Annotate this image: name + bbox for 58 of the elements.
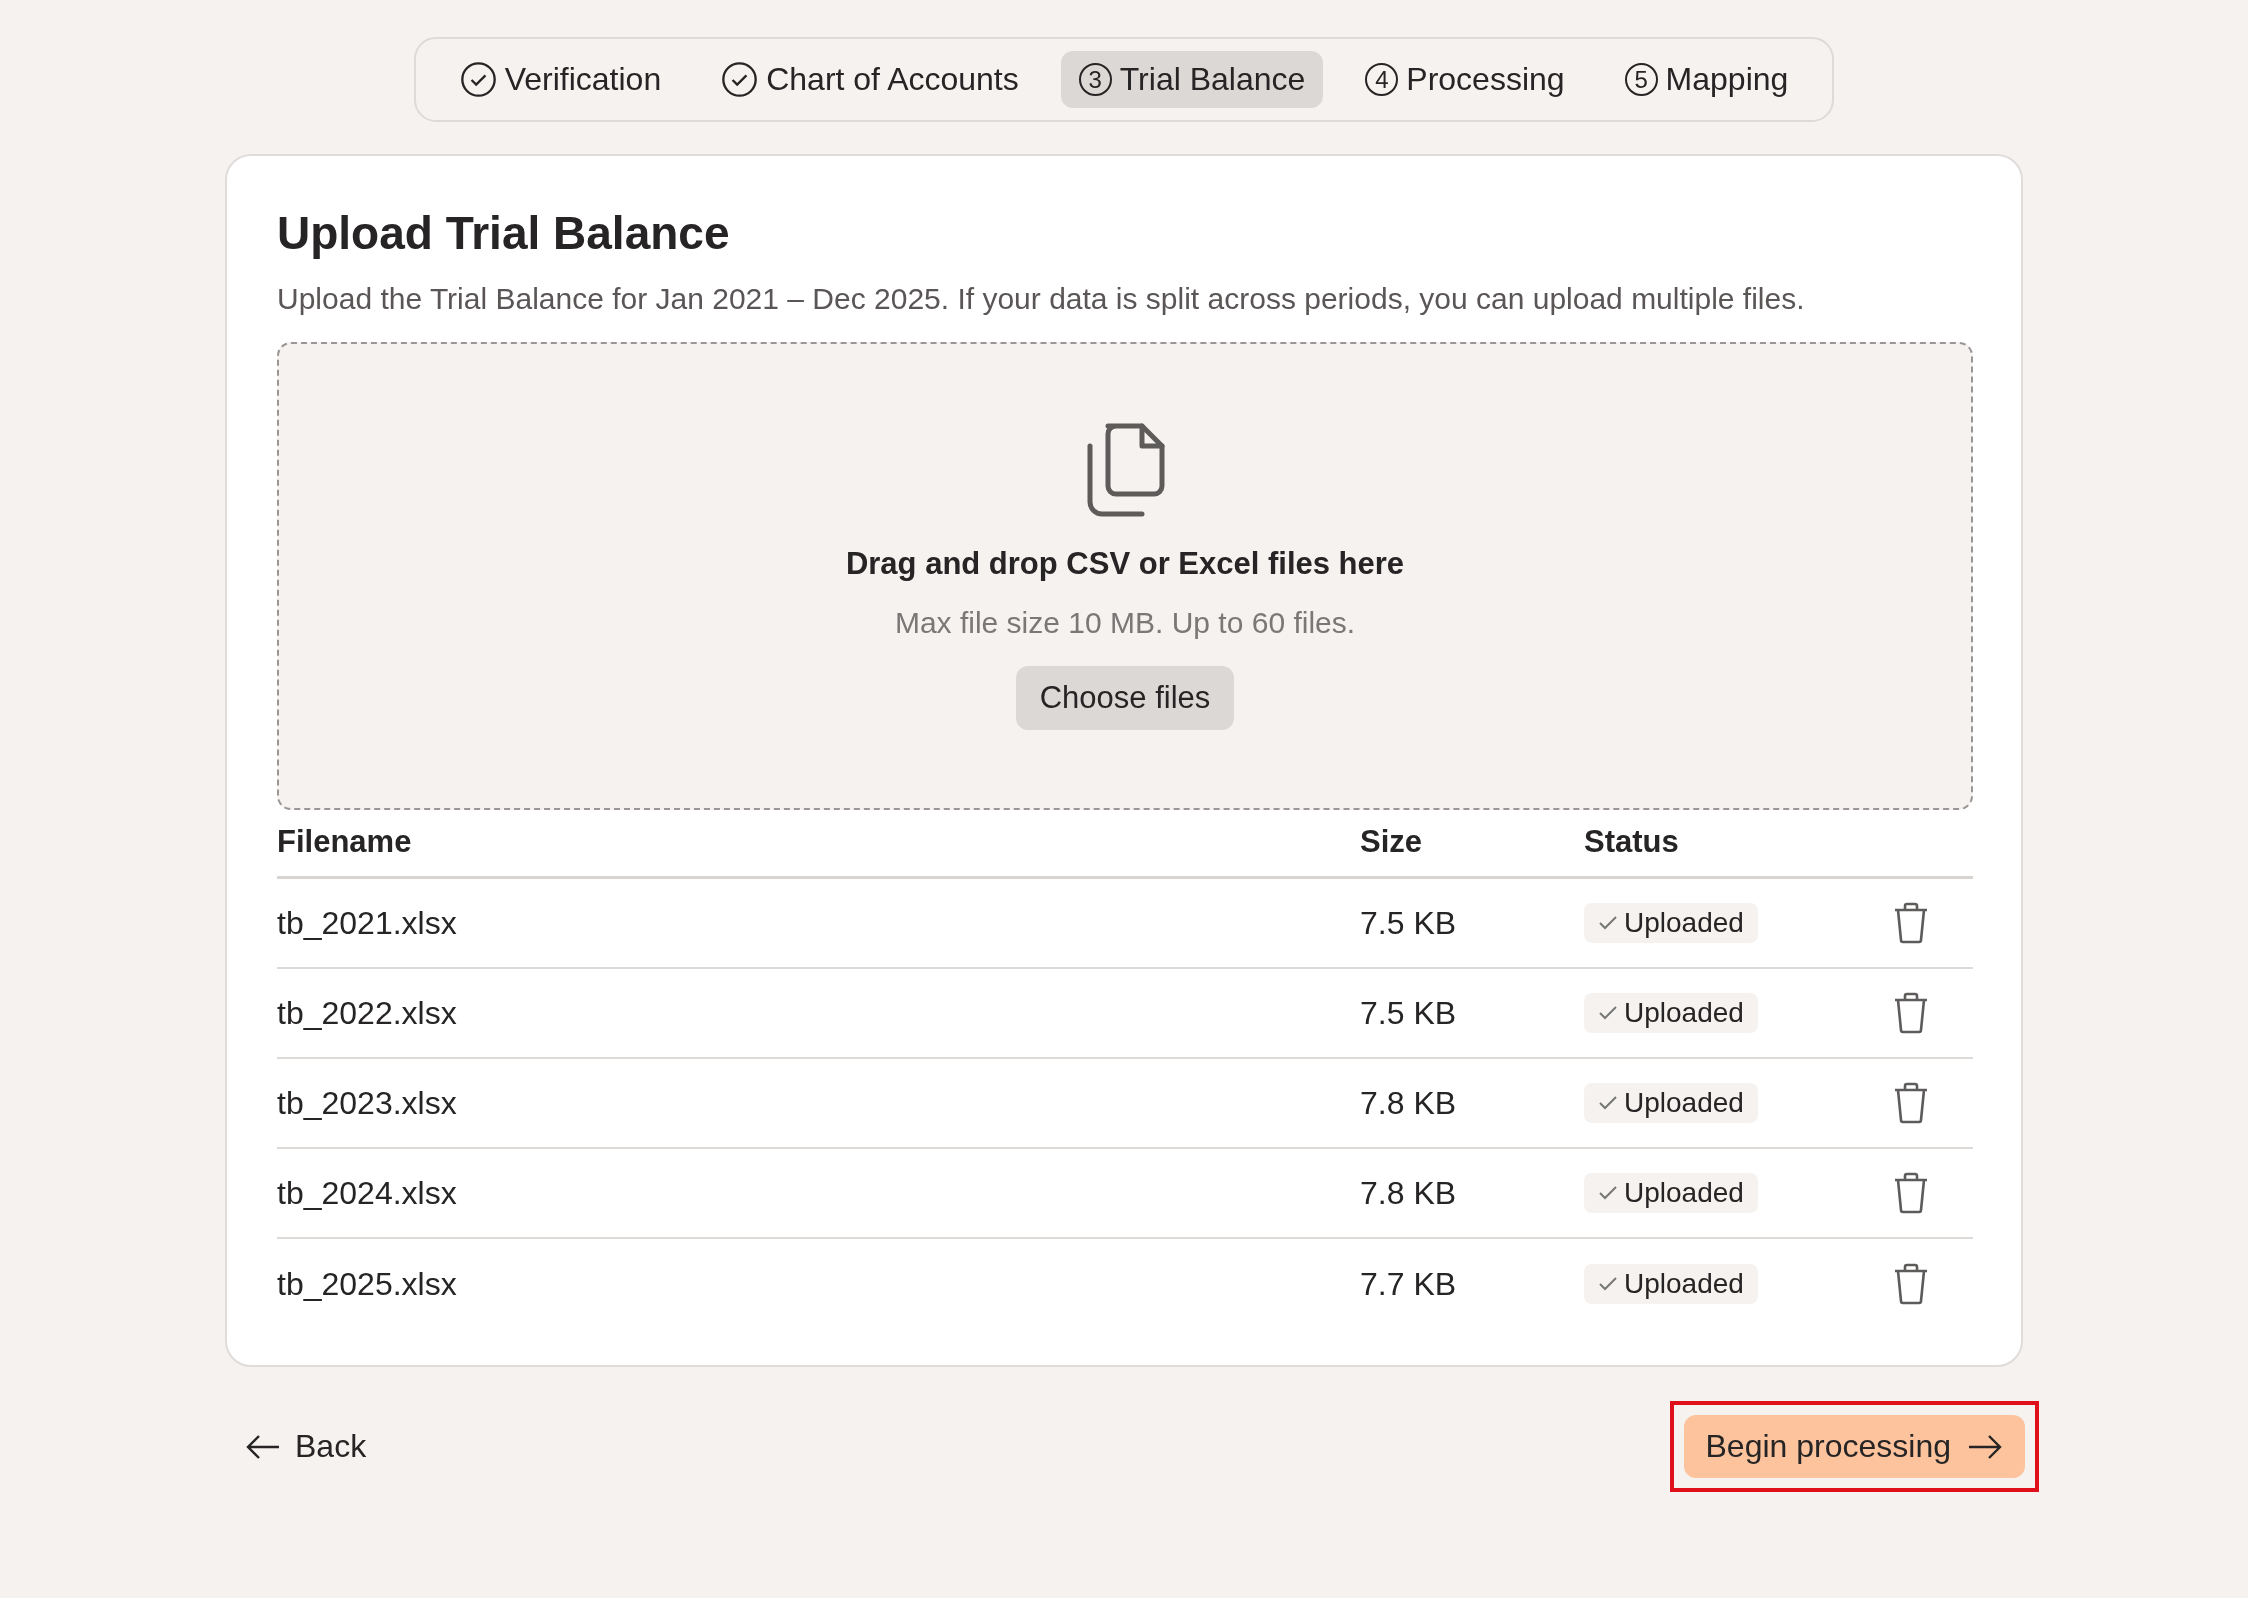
check-circle-icon bbox=[459, 61, 497, 98]
trash-icon bbox=[1893, 1172, 1929, 1214]
begin-processing-button[interactable]: Begin processing bbox=[1683, 1415, 2025, 1478]
trash-icon bbox=[1893, 902, 1929, 944]
step-label: Verification bbox=[504, 61, 662, 98]
check-icon bbox=[1598, 1005, 1618, 1021]
trash-icon bbox=[1893, 1263, 1929, 1305]
drop-zone[interactable]: Drag and drop CSV or Excel files here Max file size 10 MB. Up to 60 files. Choose files bbox=[277, 342, 1973, 810]
back-link[interactable]: Back bbox=[225, 1428, 367, 1465]
column-header: Size bbox=[1360, 810, 1584, 879]
delete-button[interactable] bbox=[1893, 1082, 1929, 1124]
step-tab[interactable]: 4 Processing bbox=[1347, 51, 1583, 108]
size-cell: 7.8 KB bbox=[1360, 1174, 1457, 1212]
status-label: Uploaded bbox=[1624, 997, 1744, 1029]
drop-heading: Drag and drop CSV or Excel files here bbox=[845, 546, 1405, 582]
delete-button[interactable] bbox=[1893, 1172, 1929, 1214]
check-icon bbox=[1598, 1276, 1618, 1292]
column-header: Status bbox=[1584, 810, 1893, 879]
filename-cell: tb_2021.xlsx bbox=[277, 904, 457, 942]
arrow-right-icon bbox=[1967, 1432, 2003, 1461]
step-label: Trial Balance bbox=[1119, 61, 1306, 98]
step-label: Mapping bbox=[1665, 61, 1789, 98]
check-icon bbox=[1598, 915, 1618, 931]
filename-cell: tb_2022.xlsx bbox=[277, 994, 457, 1032]
step-tab[interactable]: 5 Mapping bbox=[1606, 51, 1807, 108]
delete-button[interactable] bbox=[1893, 902, 1929, 944]
column-header: Filename bbox=[277, 810, 1360, 879]
status-label: Uploaded bbox=[1624, 1087, 1744, 1119]
step-tab[interactable]: Verification bbox=[441, 51, 680, 108]
step-tab[interactable]: Chart of Accounts bbox=[703, 51, 1037, 108]
step-number: 5 bbox=[1624, 63, 1658, 96]
card-title: Upload Trial Balance bbox=[277, 206, 731, 260]
drop-hint: Max file size 10 MB. Up to 60 files. bbox=[894, 606, 1356, 640]
delete-button[interactable] bbox=[1893, 992, 1929, 1034]
size-cell: 7.8 KB bbox=[1360, 1084, 1457, 1122]
filename-cell: tb_2024.xlsx bbox=[277, 1174, 457, 1212]
check-icon bbox=[1598, 1185, 1618, 1201]
filename-cell: tb_2025.xlsx bbox=[277, 1265, 457, 1303]
step-tab[interactable]: 3 Trial Balance bbox=[1060, 51, 1324, 108]
choose-files-button[interactable]: Choose files bbox=[1015, 666, 1235, 730]
size-cell: 7.5 KB bbox=[1360, 904, 1457, 942]
size-cell: 7.5 KB bbox=[1360, 994, 1457, 1032]
card-description: Upload the Trial Balance for Jan 2021 – Dec 2025. If your data is split across periods, you can upload multiple files. bbox=[277, 282, 1806, 316]
step-label: Chart of Accounts bbox=[766, 61, 1019, 98]
trash-icon bbox=[1893, 992, 1929, 1034]
delete-button[interactable] bbox=[1893, 1263, 1929, 1305]
arrow-left-icon bbox=[245, 1432, 281, 1461]
status-label: Uploaded bbox=[1624, 1268, 1744, 1300]
trash-icon bbox=[1893, 1082, 1929, 1124]
step-number: 4 bbox=[1365, 63, 1399, 96]
step-number: 3 bbox=[1078, 63, 1112, 96]
check-circle-icon bbox=[721, 61, 759, 98]
filename-cell: tb_2023.xlsx bbox=[277, 1084, 457, 1122]
status-label: Uploaded bbox=[1624, 907, 1744, 939]
size-cell: 7.7 KB bbox=[1360, 1265, 1457, 1303]
step-label: Processing bbox=[1406, 61, 1565, 98]
check-icon bbox=[1598, 1095, 1618, 1111]
status-label: Uploaded bbox=[1624, 1177, 1744, 1209]
